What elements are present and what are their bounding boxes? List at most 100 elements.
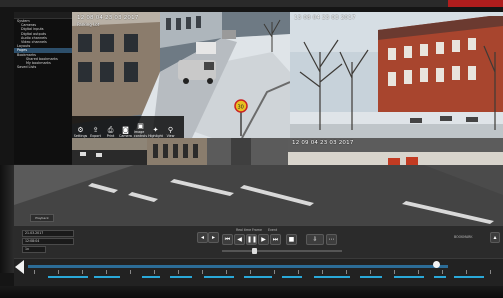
recording-segment[interactable] <box>94 276 120 278</box>
recording-segment[interactable] <box>48 276 88 278</box>
bookmark-label[interactable]: BOOKMARK <box>454 235 472 239</box>
image-icon: ▣ <box>137 122 144 130</box>
toolbar-button-print[interactable]: ⎙ Print <box>104 119 117 138</box>
camera-name-overlay: Parking Lot <box>77 22 100 27</box>
camera-tile-building[interactable]: 13 08 04 23 03 2017 <box>290 12 503 138</box>
playback-mode-button[interactable]: Playback <box>30 214 54 222</box>
pause-icon: ❚❚ <box>247 236 258 243</box>
svg-text:30: 30 <box>238 105 244 111</box>
toolbar-button-export[interactable]: ⇪ Export <box>89 119 102 138</box>
camera-tile-aerial[interactable] <box>147 138 288 165</box>
export-clip-button[interactable]: ⇩ <box>306 234 324 245</box>
aerial-scene-image <box>147 138 288 165</box>
speed-slider-knob[interactable] <box>252 248 257 254</box>
recording-segment[interactable] <box>244 276 272 278</box>
play-icon: ▶ <box>261 236 266 243</box>
recording-segment[interactable] <box>434 276 446 278</box>
rewind-icon: ◀ <box>237 236 242 243</box>
timeline-tick <box>154 270 155 274</box>
timeline-back-arrow-icon[interactable] <box>15 260 24 274</box>
date-field[interactable]: 21.03.2017 <box>22 230 74 237</box>
timeline-tick <box>370 270 371 274</box>
mode-label[interactable]: Event <box>268 228 277 232</box>
timeline-tick <box>106 270 107 274</box>
time-field[interactable]: 12:08:04 <box>22 238 74 245</box>
recording-segment[interactable] <box>204 276 234 278</box>
more-button[interactable]: ⋯ <box>326 234 337 245</box>
tile-overlay-toolbar: ⚙ Settings ⇪ Export ⎙ Print ◙ Camera ▣ Image cont… <box>72 116 184 140</box>
pause-button[interactable]: ❚❚ <box>246 234 257 245</box>
timeline-track[interactable] <box>28 265 448 268</box>
timeline-tick <box>82 270 83 274</box>
recording-segment[interactable] <box>282 276 302 278</box>
timeline-tick <box>130 270 131 274</box>
camera-tile-road[interactable]: 12 09 04 23 03 2017 <box>288 138 503 165</box>
toolbar-button-camera[interactable]: ◙ Camera <box>119 119 132 138</box>
stop-button[interactable]: ■ <box>286 234 297 245</box>
stop-icon: ■ <box>288 236 295 243</box>
timeline-tick <box>418 270 419 274</box>
street-scene-image <box>72 138 147 165</box>
mode-label[interactable]: Real time <box>236 228 251 232</box>
toolbar-button-highlight[interactable]: ✦ Highlight <box>148 119 163 138</box>
recording-segment[interactable] <box>360 276 382 278</box>
step-forward-button[interactable]: ▸ <box>208 232 219 243</box>
step-forward-icon: ▸ <box>211 234 215 241</box>
recording-segment[interactable] <box>170 276 192 278</box>
highlight-icon: ✦ <box>152 126 159 134</box>
skip-start-icon: ⏮ <box>224 236 231 243</box>
timestamp-overlay: 13 08 04 23 03 2017 <box>294 15 356 21</box>
recording-segment[interactable] <box>142 276 160 278</box>
timestamp-overlay: 12 08 04 23 03 2017 <box>77 15 139 21</box>
recording-segment[interactable] <box>394 276 424 278</box>
panel-toggle-button[interactable]: ▴ <box>490 232 500 243</box>
main-camera-view[interactable] <box>14 165 503 225</box>
recording-segment[interactable] <box>454 276 484 278</box>
timeline-tick <box>466 270 467 274</box>
application-window: System Cameras Digital inputs Digital outpu… <box>0 0 503 298</box>
toolbar-button-image-controls[interactable]: ▣ Image controls <box>134 119 147 138</box>
building-scene-image <box>290 12 503 138</box>
speed-slider[interactable] <box>222 248 342 254</box>
more-icon: ⋯ <box>328 236 335 243</box>
timeline[interactable] <box>14 258 503 287</box>
skip-start-button[interactable]: ⏮ <box>222 234 233 245</box>
export-icon: ⇪ <box>92 126 99 134</box>
toolbar-button-settings[interactable]: ⚙ Settings <box>74 119 88 138</box>
speed-field[interactable]: 1x <box>22 246 46 253</box>
system-tree-panel: System Cameras Digital inputs Digital outpu… <box>14 12 73 164</box>
timeline-tick <box>34 270 35 274</box>
tree-item[interactable]: Saved Lists <box>14 65 72 69</box>
timeline-playhead[interactable] <box>432 261 440 268</box>
brand-accent-bar <box>448 0 503 7</box>
timeline-tick <box>322 270 323 274</box>
playback-panel: 21.03.2017 12:08:04 1x ◂ ▸ Real time Fram… <box>14 225 503 259</box>
gear-icon: ⚙ <box>77 126 84 134</box>
camera-icon: ◙ <box>122 126 129 134</box>
play-button[interactable]: ▶ <box>258 234 269 245</box>
timeline-tick <box>298 270 299 274</box>
skip-end-button[interactable]: ⏭ <box>270 234 281 245</box>
timeline-tick <box>202 270 203 274</box>
toolbar-button-label: Image controls <box>133 130 148 138</box>
title-strip <box>0 0 503 7</box>
timeline-tick <box>250 270 251 274</box>
timeline-tick <box>226 270 227 274</box>
timeline-tick <box>442 270 443 274</box>
timeline-tick <box>394 270 395 274</box>
mode-label[interactable]: Frame <box>252 228 262 232</box>
bottom-edge <box>0 286 503 298</box>
step-back-button[interactable]: ◂ <box>197 232 208 243</box>
timeline-tick <box>346 270 347 274</box>
timestamp-overlay: 12 09 04 23 03 2017 <box>292 140 354 146</box>
export-clip-icon: ⇩ <box>312 236 318 243</box>
timeline-tick <box>58 270 59 274</box>
print-icon: ⎙ <box>107 126 114 134</box>
highway-scene-image <box>14 165 503 225</box>
tree-header <box>14 12 72 19</box>
recording-segment[interactable] <box>314 276 350 278</box>
camera-tile-small[interactable] <box>72 138 147 165</box>
zoom-icon: ⚲ <box>167 126 174 134</box>
rewind-button[interactable]: ◀ <box>234 234 245 245</box>
toolbar-button-view[interactable]: ⚲ View <box>164 119 177 138</box>
